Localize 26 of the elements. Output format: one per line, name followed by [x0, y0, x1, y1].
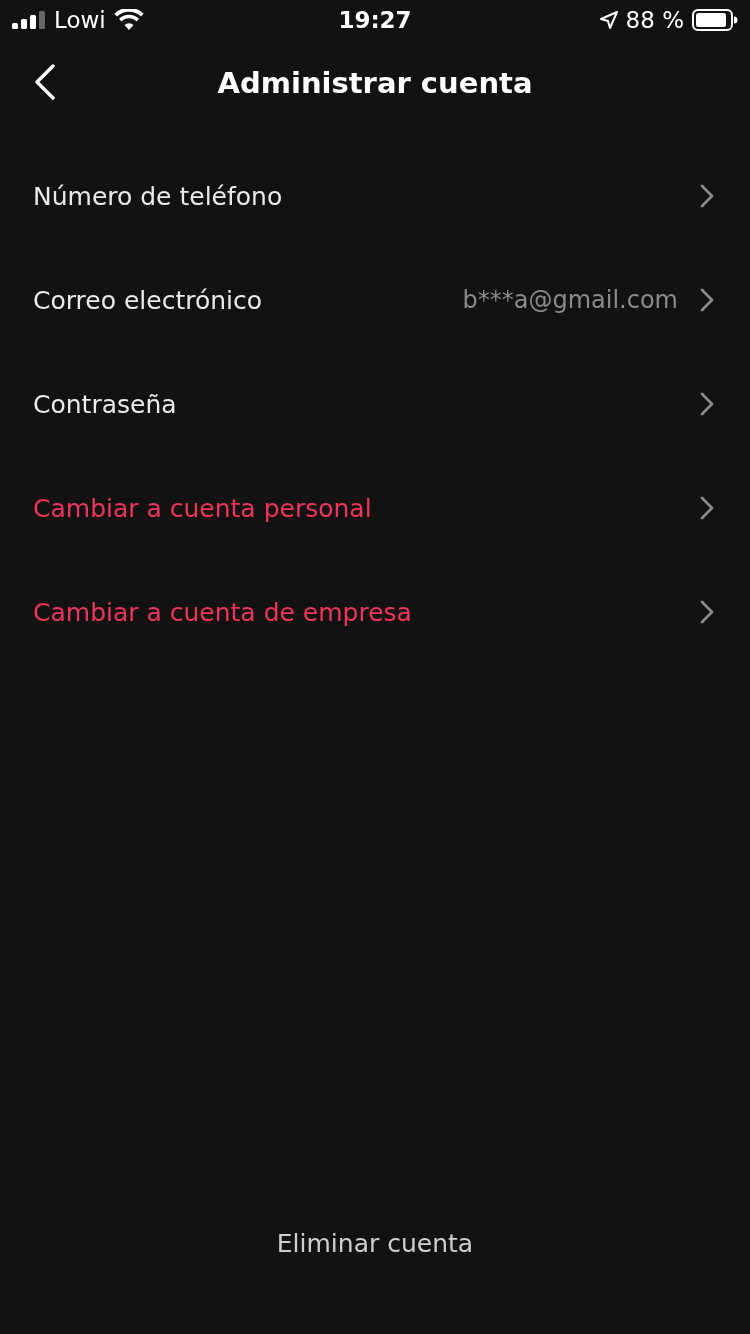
row-label: Cambiar a cuenta personal — [33, 493, 373, 523]
chevron-right-icon — [700, 184, 714, 208]
chevron-right-icon — [700, 288, 714, 312]
row-label: Cambiar a cuenta de empresa — [33, 597, 413, 627]
clock-time: 19:27 — [338, 7, 412, 33]
settings-row[interactable]: Cambiar a cuenta personal — [0, 456, 750, 560]
battery-percentage: 88 % — [625, 7, 684, 33]
row-label: Número de teléfono — [33, 181, 284, 211]
chevron-right-icon — [700, 496, 714, 520]
chevron-right-icon — [700, 600, 714, 624]
delete-account-link[interactable]: Eliminar cuenta — [276, 1229, 474, 1258]
settings-row[interactable]: Contraseña — [0, 352, 750, 456]
row-value: b***a@gmail.com — [462, 286, 678, 314]
settings-row[interactable]: Correo electrónico b***a@gmail.com — [0, 248, 750, 352]
settings-row[interactable]: Cambiar a cuenta de empresa — [0, 560, 750, 664]
row-label: Contraseña — [33, 389, 178, 419]
back-button[interactable] — [34, 64, 56, 100]
chevron-right-icon — [700, 392, 714, 416]
wifi-icon — [113, 9, 144, 31]
signal-icon — [12, 11, 46, 29]
location-arrow-icon — [599, 11, 618, 29]
page-title: Administrar cuenta — [217, 66, 533, 100]
row-label: Correo electrónico — [33, 285, 264, 315]
settings-row[interactable]: Número de teléfono — [0, 144, 750, 248]
battery-icon — [692, 9, 738, 31]
carrier-name: Lowi — [54, 7, 106, 33]
